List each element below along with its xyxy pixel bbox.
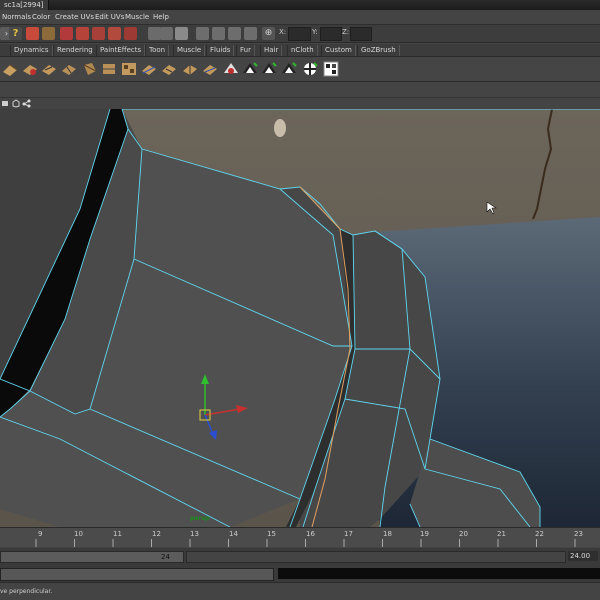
menu-color[interactable]: Color: [32, 10, 50, 25]
checker-icon-2[interactable]: [261, 61, 277, 77]
viewport-canvas[interactable]: [0, 109, 600, 527]
range-start-value: 24: [161, 553, 170, 561]
uv-move-sew-icon[interactable]: [61, 61, 77, 77]
window-title: sc1a[2994]: [0, 0, 49, 10]
tab-toon[interactable]: Toon: [145, 45, 170, 56]
undo-icon[interactable]: [228, 27, 241, 40]
live-surface-icon[interactable]: [124, 27, 137, 40]
checker-icon-3[interactable]: [281, 61, 297, 77]
help-line: ve perpendicular.: [0, 582, 600, 600]
range-slider-bar[interactable]: 24: [0, 551, 184, 563]
tick-label: 9: [38, 530, 43, 538]
z-label: Z:: [342, 28, 350, 36]
tick-label: 12: [152, 530, 161, 538]
tick-label: 13: [190, 530, 199, 538]
cube-icon[interactable]: [11, 99, 20, 108]
cylindrical-map-icon[interactable]: [101, 61, 117, 77]
z-field[interactable]: [350, 27, 372, 41]
tick-label: 17: [344, 530, 353, 538]
main-menu-bar: Normals Color Create UVs Edit UVs Muscle…: [0, 10, 600, 25]
panel-menu-bar: [0, 97, 600, 109]
help-text: ve perpendicular.: [0, 588, 53, 595]
straighten-uv-icon[interactable]: [202, 61, 218, 77]
tab-ncloth[interactable]: nCloth: [287, 45, 318, 56]
tab-gozbrush[interactable]: GoZBrush: [357, 45, 400, 56]
snap-surface-icon[interactable]: [92, 27, 105, 40]
share-icon[interactable]: [22, 99, 31, 108]
range-slider-track[interactable]: [186, 551, 566, 563]
menu-create-uvs[interactable]: Create UVs: [55, 10, 94, 25]
camera-icon[interactable]: [1, 99, 10, 108]
tick-label: 19: [420, 530, 429, 538]
x-label: X:: [279, 28, 287, 36]
tab-muscle[interactable]: Muscle: [173, 45, 206, 56]
tick-label: 14: [229, 530, 238, 538]
tick-label: 20: [459, 530, 468, 538]
tab-dynamics[interactable]: Dynamics: [10, 45, 53, 56]
menu-help[interactable]: Help: [153, 10, 169, 25]
render-settings-icon[interactable]: [175, 27, 188, 40]
range-slider: 24 24.00: [0, 548, 600, 565]
open-file-icon[interactable]: [196, 27, 209, 40]
uv-sew-icon[interactable]: [41, 61, 57, 77]
menu-edit-uvs[interactable]: Edit UVs: [95, 10, 124, 25]
menu-muscle[interactable]: Muscle: [125, 10, 149, 25]
help-icon[interactable]: ?: [9, 27, 22, 40]
unfold-uv-icon[interactable]: [161, 61, 177, 77]
checker-sphere-icon[interactable]: [302, 61, 318, 77]
time-ruler: [35, 539, 576, 547]
tick-label: 10: [74, 530, 83, 538]
tab-fluids[interactable]: Fluids: [206, 45, 235, 56]
snap-plane-icon[interactable]: [76, 27, 89, 40]
tick-label: 23: [574, 530, 583, 538]
input-mode-icon[interactable]: ⊕: [262, 27, 275, 40]
status-line: › ? ⊕ X: Y: Z:: [0, 25, 600, 43]
tab-hair[interactable]: Hair: [260, 45, 283, 56]
save-icon[interactable]: [212, 27, 225, 40]
time-slider[interactable]: 9 10 11 12 13 14 15 16 17 18 19 20 21 22…: [0, 527, 600, 547]
snap-grid-icon[interactable]: [26, 27, 39, 40]
shelf: [0, 57, 600, 82]
tick-label: 21: [497, 530, 506, 538]
tab-custom[interactable]: Custom: [321, 45, 356, 56]
command-input[interactable]: [0, 568, 274, 581]
tick-label: 18: [383, 530, 392, 538]
tick-label: 15: [267, 530, 276, 538]
tab-painteffects[interactable]: PaintEffects: [96, 45, 146, 56]
tick-label: 22: [535, 530, 544, 538]
checker-box-icon[interactable]: [323, 61, 339, 77]
planar-map-icon[interactable]: [82, 61, 98, 77]
checker-icon-1[interactable]: [242, 61, 258, 77]
window-title-bar: sc1a[2994]: [0, 0, 600, 10]
auto-map-icon[interactable]: [141, 61, 157, 77]
uv-tool-icon[interactable]: [2, 61, 18, 77]
menu-normals[interactable]: Normals: [2, 10, 31, 25]
ipr-render-icon[interactable]: [160, 27, 173, 40]
shelf-tabs: Dynamics Rendering PaintEffects Toon Mus…: [0, 44, 600, 57]
snap-curve-icon[interactable]: [42, 27, 55, 40]
y-field[interactable]: [320, 27, 342, 41]
tick-label: 16: [306, 530, 315, 538]
history-icon[interactable]: [108, 27, 121, 40]
background-speck: [274, 119, 286, 137]
snap-point-icon[interactable]: [60, 27, 73, 40]
tick-label: 11: [113, 530, 122, 538]
transfer-uv-icon[interactable]: [223, 61, 239, 77]
command-line: [0, 565, 600, 582]
panel-gap: [0, 82, 600, 97]
x-field[interactable]: [288, 27, 311, 41]
range-end-field[interactable]: 24.00: [568, 551, 598, 561]
command-result: [278, 568, 600, 579]
tab-rendering[interactable]: Rendering: [53, 45, 97, 56]
uv-cut-icon[interactable]: [22, 61, 38, 77]
layout-uv-icon[interactable]: [182, 61, 198, 77]
viewport-persp[interactable]: persp: [0, 109, 600, 527]
y-label: Y:: [312, 28, 318, 36]
camera-label: persp: [190, 515, 210, 522]
redo-icon[interactable]: [244, 27, 257, 40]
spherical-map-icon[interactable]: [121, 61, 137, 77]
tab-fur[interactable]: Fur: [236, 45, 255, 56]
